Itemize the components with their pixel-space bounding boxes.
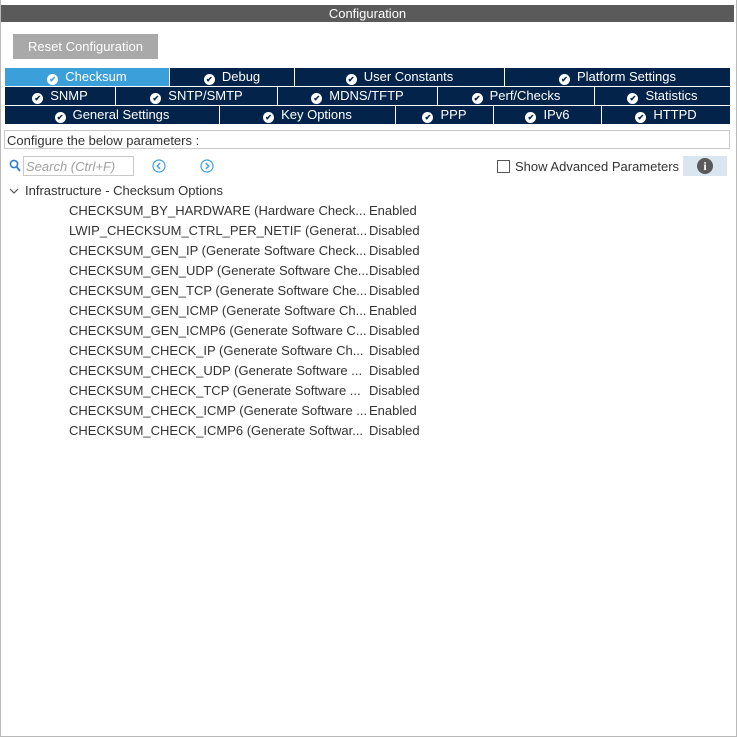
check-circle-icon: ✔ xyxy=(150,93,162,104)
tab-ipv6[interactable]: ✔ IPv6 xyxy=(494,106,602,124)
tab-sntp-smtp[interactable]: ✔ SNTP/SMTP xyxy=(116,87,278,105)
param-value[interactable]: Disabled xyxy=(369,421,420,441)
param-value[interactable]: Enabled xyxy=(369,401,417,421)
search-icon xyxy=(9,159,21,172)
tab-label: SNMP xyxy=(50,88,88,103)
check-circle-icon: ✔ xyxy=(47,74,59,85)
tab-label: User Constants xyxy=(363,69,454,84)
check-circle-icon: ✔ xyxy=(422,112,434,123)
tab-label: HTTPD xyxy=(653,107,697,122)
check-circle-icon: ✔ xyxy=(627,93,639,104)
param-name: CHECKSUM_GEN_ICMP6 (Generate Software C.… xyxy=(69,323,367,338)
advanced-label: Show Advanced Parameters xyxy=(515,159,680,174)
reset-configuration-button[interactable]: Reset Configuration xyxy=(13,34,158,59)
tab-debug[interactable]: ✔ Debug xyxy=(170,68,295,86)
check-circle-icon: ✔ xyxy=(525,112,537,123)
check-circle-icon: ✔ xyxy=(635,112,647,123)
tab-snmp[interactable]: ✔ SNMP xyxy=(5,87,116,105)
check-circle-icon: ✔ xyxy=(471,93,483,104)
tab-mdns-tftp[interactable]: ✔ MDNS/TFTP xyxy=(278,87,438,105)
param-value[interactable]: Enabled xyxy=(369,301,417,321)
tab-label: MDNS/TFTP xyxy=(329,88,404,103)
param-name: CHECKSUM_CHECK_UDP (Generate Software ..… xyxy=(69,363,363,378)
arrow-right-circle-icon[interactable] xyxy=(200,159,214,173)
param-name: CHECKSUM_GEN_IP (Generate Software Check… xyxy=(69,243,367,258)
param-row[interactable]: CHECKSUM_CHECK_UDP (Generate Software ..… xyxy=(69,361,420,381)
arrow-left-circle-icon[interactable] xyxy=(152,159,166,173)
tab-label: Statistics xyxy=(645,88,698,103)
param-name: CHECKSUM_CHECK_TCP (Generate Software ..… xyxy=(69,383,361,398)
param-value[interactable]: Disabled xyxy=(369,341,420,361)
tab-key-options[interactable]: ✔ Key Options xyxy=(220,106,396,124)
info-button[interactable]: i xyxy=(683,156,727,176)
param-value[interactable]: Disabled xyxy=(369,281,420,301)
param-name: CHECKSUM_CHECK_ICMP (Generate Software .… xyxy=(69,403,368,418)
tab-label: PPP xyxy=(440,107,467,122)
param-row[interactable]: CHECKSUM_CHECK_TCP (Generate Software ..… xyxy=(69,381,420,401)
tab-label: Platform Settings xyxy=(577,69,676,84)
tab-label: Checksum xyxy=(65,69,127,84)
param-value[interactable]: Enabled xyxy=(369,201,417,221)
check-circle-icon: ✔ xyxy=(263,112,275,123)
tab-label: SNTP/SMTP xyxy=(168,88,243,103)
tab-httpd[interactable]: ✔ HTTPD xyxy=(602,106,730,124)
param-name: CHECKSUM_GEN_ICMP (Generate Software Ch.… xyxy=(69,303,367,318)
param-row[interactable]: CHECKSUM_BY_HARDWARE (Hardware Check... E… xyxy=(69,201,417,221)
info-icon: i xyxy=(697,158,713,174)
check-circle-icon: ✔ xyxy=(54,112,66,123)
tab-platform-settings[interactable]: ✔ Platform Settings xyxy=(505,68,730,86)
param-value[interactable]: Disabled xyxy=(369,381,420,401)
check-circle-icon: ✔ xyxy=(345,74,357,85)
check-circle-icon: ✔ xyxy=(559,74,570,85)
param-value[interactable]: Disabled xyxy=(369,361,420,381)
param-row[interactable]: LWIP_CHECKSUM_CTRL_PER_NETIF (Generat...… xyxy=(69,221,420,241)
tab-statistics[interactable]: ✔ Statistics xyxy=(595,87,730,105)
param-row[interactable]: CHECKSUM_CHECK_ICMP6 (Generate Softwar..… xyxy=(69,421,420,441)
panel-title: Configuration xyxy=(1,5,734,22)
parameters-hint: Configure the below parameters : xyxy=(4,130,730,149)
param-row[interactable]: CHECKSUM_GEN_IP (Generate Software Check… xyxy=(69,241,420,261)
param-name: CHECKSUM_CHECK_IP (Generate Software Ch.… xyxy=(69,343,364,358)
check-circle-icon: ✔ xyxy=(32,93,44,104)
param-row[interactable]: CHECKSUM_GEN_ICMP (Generate Software Ch.… xyxy=(69,301,417,321)
param-row[interactable]: CHECKSUM_GEN_ICMP6 (Generate Software C.… xyxy=(69,321,420,341)
param-value[interactable]: Disabled xyxy=(369,321,420,341)
tab-label: Debug xyxy=(221,69,261,84)
tab-label: Perf/Checks xyxy=(489,88,561,103)
param-row[interactable]: CHECKSUM_GEN_UDP (Generate Software Che.… xyxy=(69,261,420,281)
param-name: CHECKSUM_BY_HARDWARE (Hardware Check... xyxy=(69,203,367,218)
param-value[interactable]: Disabled xyxy=(369,241,420,261)
tab-checksum[interactable]: ✔ Checksum xyxy=(5,68,170,86)
group-infrastructure-checksum[interactable]: Infrastructure - Checksum Options xyxy=(9,183,223,199)
param-name: CHECKSUM_GEN_UDP (Generate Software Che.… xyxy=(69,263,369,278)
param-row[interactable]: CHECKSUM_CHECK_IP (Generate Software Ch.… xyxy=(69,341,420,361)
tab-label: General Settings xyxy=(72,107,170,122)
advanced-checkbox[interactable] xyxy=(497,160,510,173)
search-input[interactable] xyxy=(23,156,134,176)
check-circle-icon: ✔ xyxy=(311,93,323,104)
check-circle-icon: ✔ xyxy=(203,74,215,85)
tab-general-settings[interactable]: ✔ General Settings xyxy=(5,106,220,124)
show-advanced-parameters[interactable]: Show Advanced Parameters xyxy=(497,159,679,174)
param-row[interactable]: CHECKSUM_CHECK_ICMP (Generate Software .… xyxy=(69,401,417,421)
tab-perf-checks[interactable]: ✔ Perf/Checks xyxy=(438,87,595,105)
param-name: CHECKSUM_CHECK_ICMP6 (Generate Softwar..… xyxy=(69,423,364,438)
param-value[interactable]: Disabled xyxy=(369,221,420,241)
tab-ppp[interactable]: ✔ PPP xyxy=(396,106,494,124)
param-name: CHECKSUM_GEN_TCP (Generate Software Che.… xyxy=(69,283,368,298)
param-value[interactable]: Disabled xyxy=(369,261,420,281)
chevron-down-icon[interactable] xyxy=(9,188,19,195)
group-label: Infrastructure - Checksum Options xyxy=(25,183,223,198)
tab-label: Key Options xyxy=(281,107,352,122)
tab-label: IPv6 xyxy=(543,107,570,122)
tab-user-constants[interactable]: ✔ User Constants xyxy=(295,68,505,86)
param-name: LWIP_CHECKSUM_CTRL_PER_NETIF (Generat... xyxy=(69,223,368,238)
param-row[interactable]: CHECKSUM_GEN_TCP (Generate Software Che.… xyxy=(69,281,420,301)
